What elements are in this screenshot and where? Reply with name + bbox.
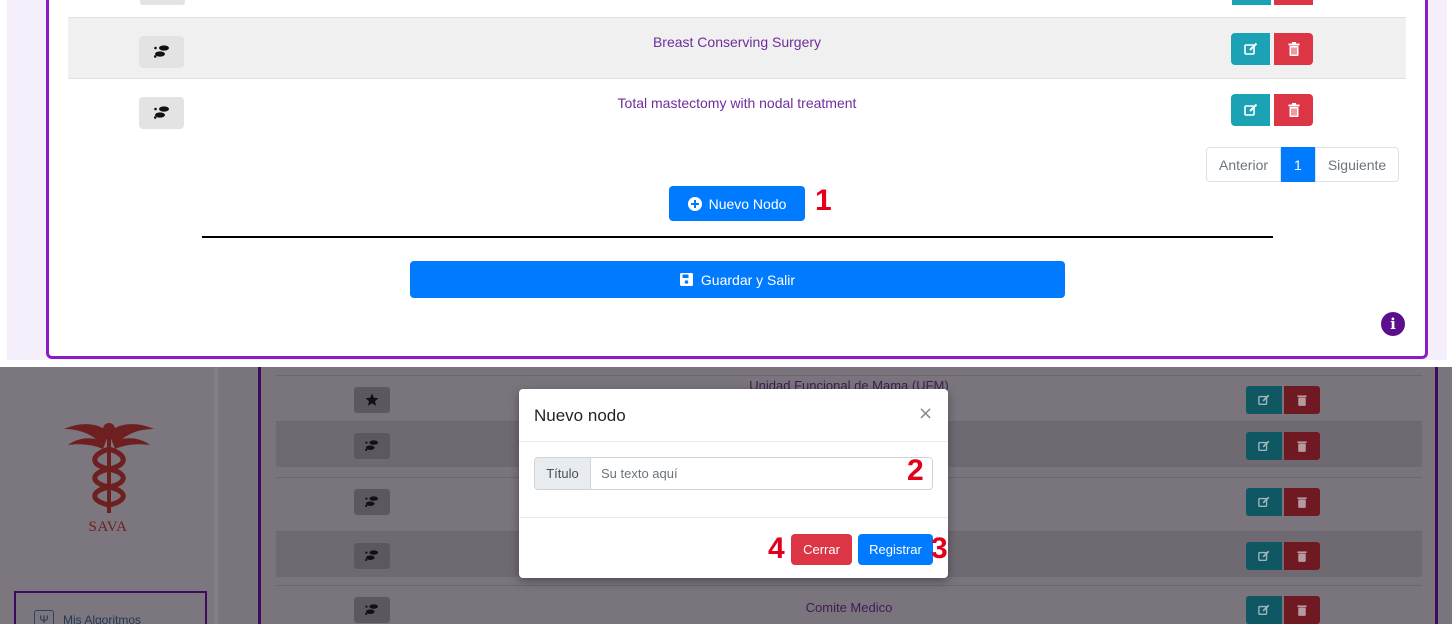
previous-row-edit-button[interactable] bbox=[1232, 0, 1271, 5]
table-row: Total mastectomy with nodal treatment bbox=[68, 78, 1406, 139]
modal-footer-divider bbox=[519, 517, 948, 518]
edit-button[interactable] bbox=[1246, 432, 1282, 460]
save-icon bbox=[679, 273, 693, 286]
stethoscope-icon: Ψ bbox=[34, 610, 54, 624]
save-and-exit-label: Guardar y Salir bbox=[700, 271, 796, 288]
edit-icon bbox=[1258, 496, 1270, 507]
new-node-button[interactable]: Nuevo Nodo bbox=[669, 186, 805, 221]
edit-button[interactable] bbox=[1246, 542, 1282, 570]
new-node-label: Nuevo Nodo bbox=[708, 195, 787, 212]
sidebar-item-mis-algoritmos[interactable]: Ψ Mis Algoritmos bbox=[34, 608, 141, 624]
new-node-modal: Nuevo nodo × Título Cerrar Registrar bbox=[519, 389, 948, 578]
trash-icon bbox=[1297, 605, 1307, 616]
trash-icon bbox=[1288, 103, 1299, 117]
pagination-next[interactable]: Siguiente bbox=[1314, 147, 1400, 182]
footprints-icon[interactable] bbox=[354, 433, 390, 459]
delete-button[interactable] bbox=[1284, 542, 1320, 570]
callout-4: 4 bbox=[768, 532, 785, 565]
trash-icon bbox=[1297, 441, 1307, 452]
trash-icon bbox=[1297, 395, 1307, 406]
edit-button[interactable] bbox=[1246, 386, 1282, 414]
table-row: Comite Medico bbox=[276, 585, 1422, 624]
register-button[interactable]: Registrar bbox=[858, 534, 933, 565]
close-icon[interactable]: × bbox=[918, 403, 933, 424]
modal-header: Nuevo nodo × bbox=[519, 389, 948, 442]
delete-button[interactable] bbox=[1284, 432, 1320, 460]
node-editor-panel: Breast Conserving Surgery Total mastecto… bbox=[0, 0, 1452, 367]
footprints-icon[interactable] bbox=[354, 489, 390, 515]
delete-button[interactable] bbox=[1284, 488, 1320, 516]
row-title: Breast Conserving Surgery bbox=[652, 34, 822, 50]
delete-button[interactable] bbox=[1284, 386, 1320, 414]
pagination: Anterior 1 Siguiente bbox=[1206, 147, 1400, 182]
brand-name: SAVA bbox=[88, 519, 128, 535]
edit-icon bbox=[1243, 103, 1257, 116]
save-and-exit-button[interactable]: Guardar y Salir bbox=[410, 261, 1065, 298]
callout-3: 3 bbox=[931, 532, 948, 565]
sidebar-item-label: Mis Algoritmos bbox=[63, 613, 142, 624]
edit-icon bbox=[1258, 604, 1270, 615]
edit-button[interactable] bbox=[1231, 33, 1270, 65]
edit-icon bbox=[1258, 550, 1270, 561]
previous-row-delete-button[interactable] bbox=[1274, 0, 1313, 5]
pagination-prev[interactable]: Anterior bbox=[1206, 147, 1282, 182]
close-button[interactable]: Cerrar bbox=[791, 534, 852, 565]
trash-icon bbox=[1288, 42, 1299, 56]
plus-circle-icon bbox=[687, 196, 702, 211]
title-input[interactable] bbox=[591, 458, 932, 489]
edit-button[interactable] bbox=[1246, 596, 1282, 624]
screenshot-stage: Breast Conserving Surgery Total mastecto… bbox=[0, 0, 1452, 624]
edit-button[interactable] bbox=[1231, 94, 1270, 126]
callout-1: 1 bbox=[815, 184, 832, 217]
callout-2: 2 bbox=[907, 454, 924, 487]
trash-icon bbox=[1297, 497, 1307, 508]
sidebar: SAVA Ψ Mis Algoritmos bbox=[0, 367, 218, 624]
delete-button[interactable] bbox=[1274, 94, 1313, 126]
title-input-group: Título bbox=[534, 457, 933, 490]
title-field-label: Título bbox=[535, 458, 591, 489]
edit-button[interactable] bbox=[1246, 488, 1282, 516]
edit-icon bbox=[1258, 394, 1270, 405]
row-title: Total mastectomy with nodal treatment bbox=[617, 95, 857, 111]
trash-icon bbox=[1297, 551, 1307, 562]
pagination-page-1[interactable]: 1 bbox=[1281, 147, 1315, 182]
delete-button[interactable] bbox=[1274, 33, 1313, 65]
section-divider bbox=[202, 236, 1273, 238]
footprints-icon[interactable] bbox=[354, 543, 390, 569]
modal-overlay-view: SAVA Ψ Mis Algoritmos Unidad Funcional d… bbox=[0, 367, 1452, 624]
edit-icon bbox=[1258, 440, 1270, 451]
info-icon[interactable]: i bbox=[1381, 312, 1405, 336]
previous-row-icon-button[interactable] bbox=[140, 0, 185, 5]
edit-icon bbox=[1243, 42, 1257, 55]
table-row: Breast Conserving Surgery bbox=[68, 17, 1406, 78]
caduceus-logo-icon bbox=[64, 423, 154, 513]
delete-button[interactable] bbox=[1284, 596, 1320, 624]
modal-title: Nuevo nodo bbox=[534, 406, 626, 425]
